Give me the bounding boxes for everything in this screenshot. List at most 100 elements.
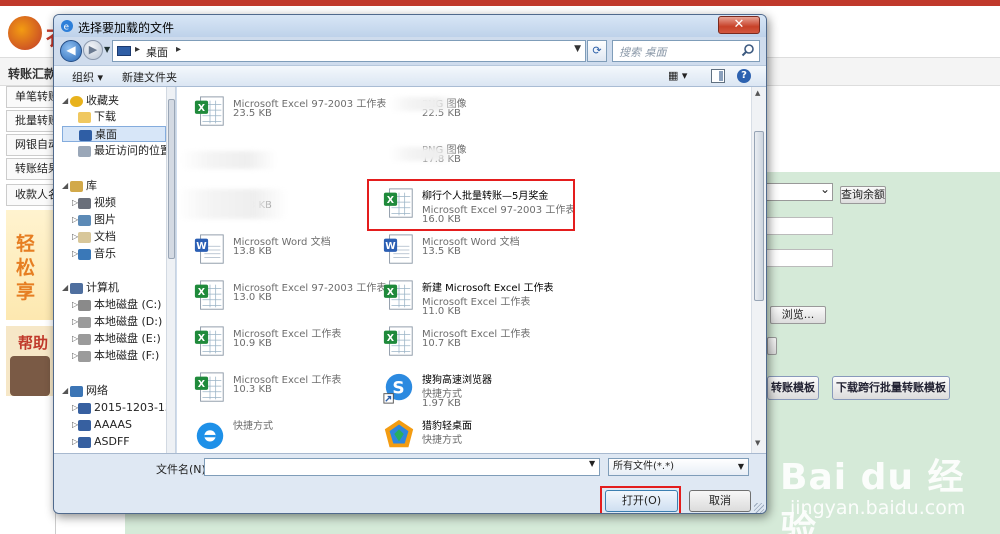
nav-item-4[interactable]: ◢ 库 [62,178,166,194]
redacted-filename [389,147,457,161]
file-item[interactable]: X Microsoft Excel 工作表 10.9 KB [191,323,373,365]
nav-item-12[interactable]: ▷ 本地磁盘 (E:) [62,331,166,347]
expand-arrow-icon[interactable]: ◢ [62,383,68,399]
svg-text:X: X [198,287,206,298]
file-size: 13.5 KB [422,246,461,257]
breadcrumb-desktop[interactable]: 桌面 [146,44,168,60]
file-item[interactable]: 快捷方式 [191,415,373,453]
breadcrumb-separator-icon[interactable]: ▸ [176,44,181,55]
nav-item-8[interactable]: ▷ 音乐 [62,246,166,262]
drive-icon [78,317,91,328]
word-icon: W [382,233,416,269]
picture-library-icon [78,215,91,226]
scroll-down-icon[interactable]: ▼ [755,439,760,447]
nav-item-11[interactable]: ▷ 本地磁盘 (D:) [62,314,166,330]
nav-item-9[interactable]: ◢ 计算机 [62,280,166,296]
nav-item-6[interactable]: ▷ 图片 [62,212,166,228]
file-item[interactable]: W Microsoft Word 文档 13.5 KB [380,231,562,273]
refresh-button[interactable]: ⟳ [587,40,607,62]
cancel-button[interactable]: 取消 [689,490,751,512]
nav-item-3[interactable]: 最近访问的位置 [62,143,171,159]
filetype-select[interactable]: 所有文件(*.*) ▼ [608,458,749,476]
sidebar-item-auto-transfer[interactable]: 网银自动 [6,134,56,156]
svg-text:S: S [392,379,404,399]
address-dropdown-icon[interactable]: ▼ [574,44,581,54]
expand-arrow-icon[interactable]: ◢ [62,280,68,296]
filename-input[interactable] [204,458,600,476]
organize-button[interactable]: 组织 ▾ [72,69,103,85]
nav-scrollbar-thumb[interactable] [168,99,175,259]
redacted-filename [181,151,277,169]
nav-item-1[interactable]: 下载 [62,109,166,125]
nav-item-13[interactable]: ▷ 本地磁盘 (F:) [62,348,166,364]
promo-banner[interactable]: 轻松享 [6,210,56,320]
file-size: 13.8 KB [233,246,272,257]
file-item[interactable]: X Microsoft Excel 工作表 10.3 KB [191,369,373,411]
nav-item-label: 文档 [94,230,116,243]
file-scrollbar[interactable]: ▲ ▼ [751,87,766,453]
browse-button[interactable]: 浏览... [770,306,826,324]
navigation-pane: ◢ 收藏夹 下载 桌面 最近访问的位置 ◢ 库 ▷ 视频 ▷ 图片 ▷ 文档 ▷ 音乐 ◢ 计算机 ▷ 本地磁盘 (… [54,87,176,453]
redacted-filename [177,189,287,219]
sidebar-item-payee[interactable]: 收款人名 [6,184,56,206]
filename-dropdown-icon[interactable]: ▼ [589,459,595,468]
nav-scrollbar[interactable] [166,87,175,453]
chevron-down-icon: ▼ [737,462,744,471]
selected-file-highlight [367,179,575,231]
file-scrollbar-thumb[interactable] [754,131,764,301]
excel-icon: X [193,95,227,131]
new-folder-button[interactable]: 新建文件夹 [122,69,177,85]
dialog-titlebar[interactable]: e 选择要加载的文件 ✕ [54,15,766,37]
nav-item-14[interactable]: ◢ 网络 [62,383,166,399]
network-computer-icon [78,403,91,414]
download-interbank-template-button[interactable]: 下载跨行批量转账模板 [832,376,950,400]
network-icon [70,386,83,397]
excel-icon: X [382,279,416,315]
recent-pages-dropdown-icon[interactable]: ▼ [104,45,110,54]
file-item[interactable]: S 搜狗高速浏览器 快捷方式 1.97 KB [380,369,562,411]
sidebar-item-batch-transfer[interactable]: 批量转账 [6,110,56,132]
expand-arrow-icon[interactable]: ◢ [62,93,68,109]
expand-arrow-icon[interactable]: ◢ [62,178,68,194]
nav-item-17[interactable]: ▷ ASDFF [62,434,166,450]
help-photo [10,356,50,396]
nav-item-2[interactable]: 桌面 [62,126,166,142]
search-input[interactable]: 搜索 桌面 [612,40,760,62]
file-item[interactable]: X Microsoft Excel 97-2003 工作表 23.5 KB [191,93,386,135]
address-bar[interactable]: ▸ 桌面 ▸ ▼ [112,40,586,62]
nav-item-16[interactable]: ▷ AAAAS [62,417,166,433]
nav-item-5[interactable]: ▷ 视频 [62,195,166,211]
forward-button[interactable]: ▶ [83,40,103,60]
help-banner[interactable]: 帮助 [6,326,56,396]
nav-item-0[interactable]: ◢ 收藏夹 [62,93,166,109]
file-item[interactable]: X Microsoft Excel 97-2003 工作表 13.0 KB [191,277,386,319]
desktop-icon [117,46,131,56]
file-item[interactable]: X Microsoft Excel 工作表 10.7 KB [380,323,562,365]
nav-item-10[interactable]: ▷ 本地磁盘 (C:) [62,297,166,313]
excel-icon: X [193,325,227,361]
nav-item-7[interactable]: ▷ 文档 [62,229,166,245]
download-template-button[interactable]: 转账模板 [767,376,819,400]
file-item[interactable]: X 新建 Microsoft Excel 工作表 Microsoft Excel 工… [380,277,562,319]
nav-item-15[interactable]: ▷2015-1203-1311 [62,400,175,416]
file-item[interactable]: W Microsoft Word 文档 13.8 KB [191,231,373,273]
dialog-title: 选择要加载的文件 [78,21,175,35]
file-item[interactable]: 猎豹轻桌面 快捷方式 [380,415,562,453]
scroll-up-icon[interactable]: ▲ [755,89,760,97]
breadcrumb-separator-icon[interactable]: ▸ [135,44,140,55]
search-icon[interactable] [741,43,755,57]
resize-grip-icon[interactable] [754,503,764,513]
nav-item-label: 最近访问的位置 [94,144,171,157]
preview-pane-icon[interactable] [711,69,725,83]
nav-item-label: 收藏夹 [86,94,119,107]
form-button-partial[interactable] [767,337,777,355]
sidebar-item-single-transfer[interactable]: 单笔转账 [6,86,56,108]
sidebar-item-transfer-result[interactable]: 转账结果 [6,158,56,180]
nav-item-label: 2015-1203-1311 [94,401,175,414]
back-button[interactable]: ◀ [60,40,82,62]
close-button[interactable]: ✕ [718,16,760,34]
change-view-icon[interactable]: ▦ ▾ [668,69,696,85]
help-icon[interactable]: ? [737,69,751,83]
query-balance-button[interactable]: 查询余额 [840,186,886,204]
open-button[interactable]: 打开(O) [605,490,678,512]
